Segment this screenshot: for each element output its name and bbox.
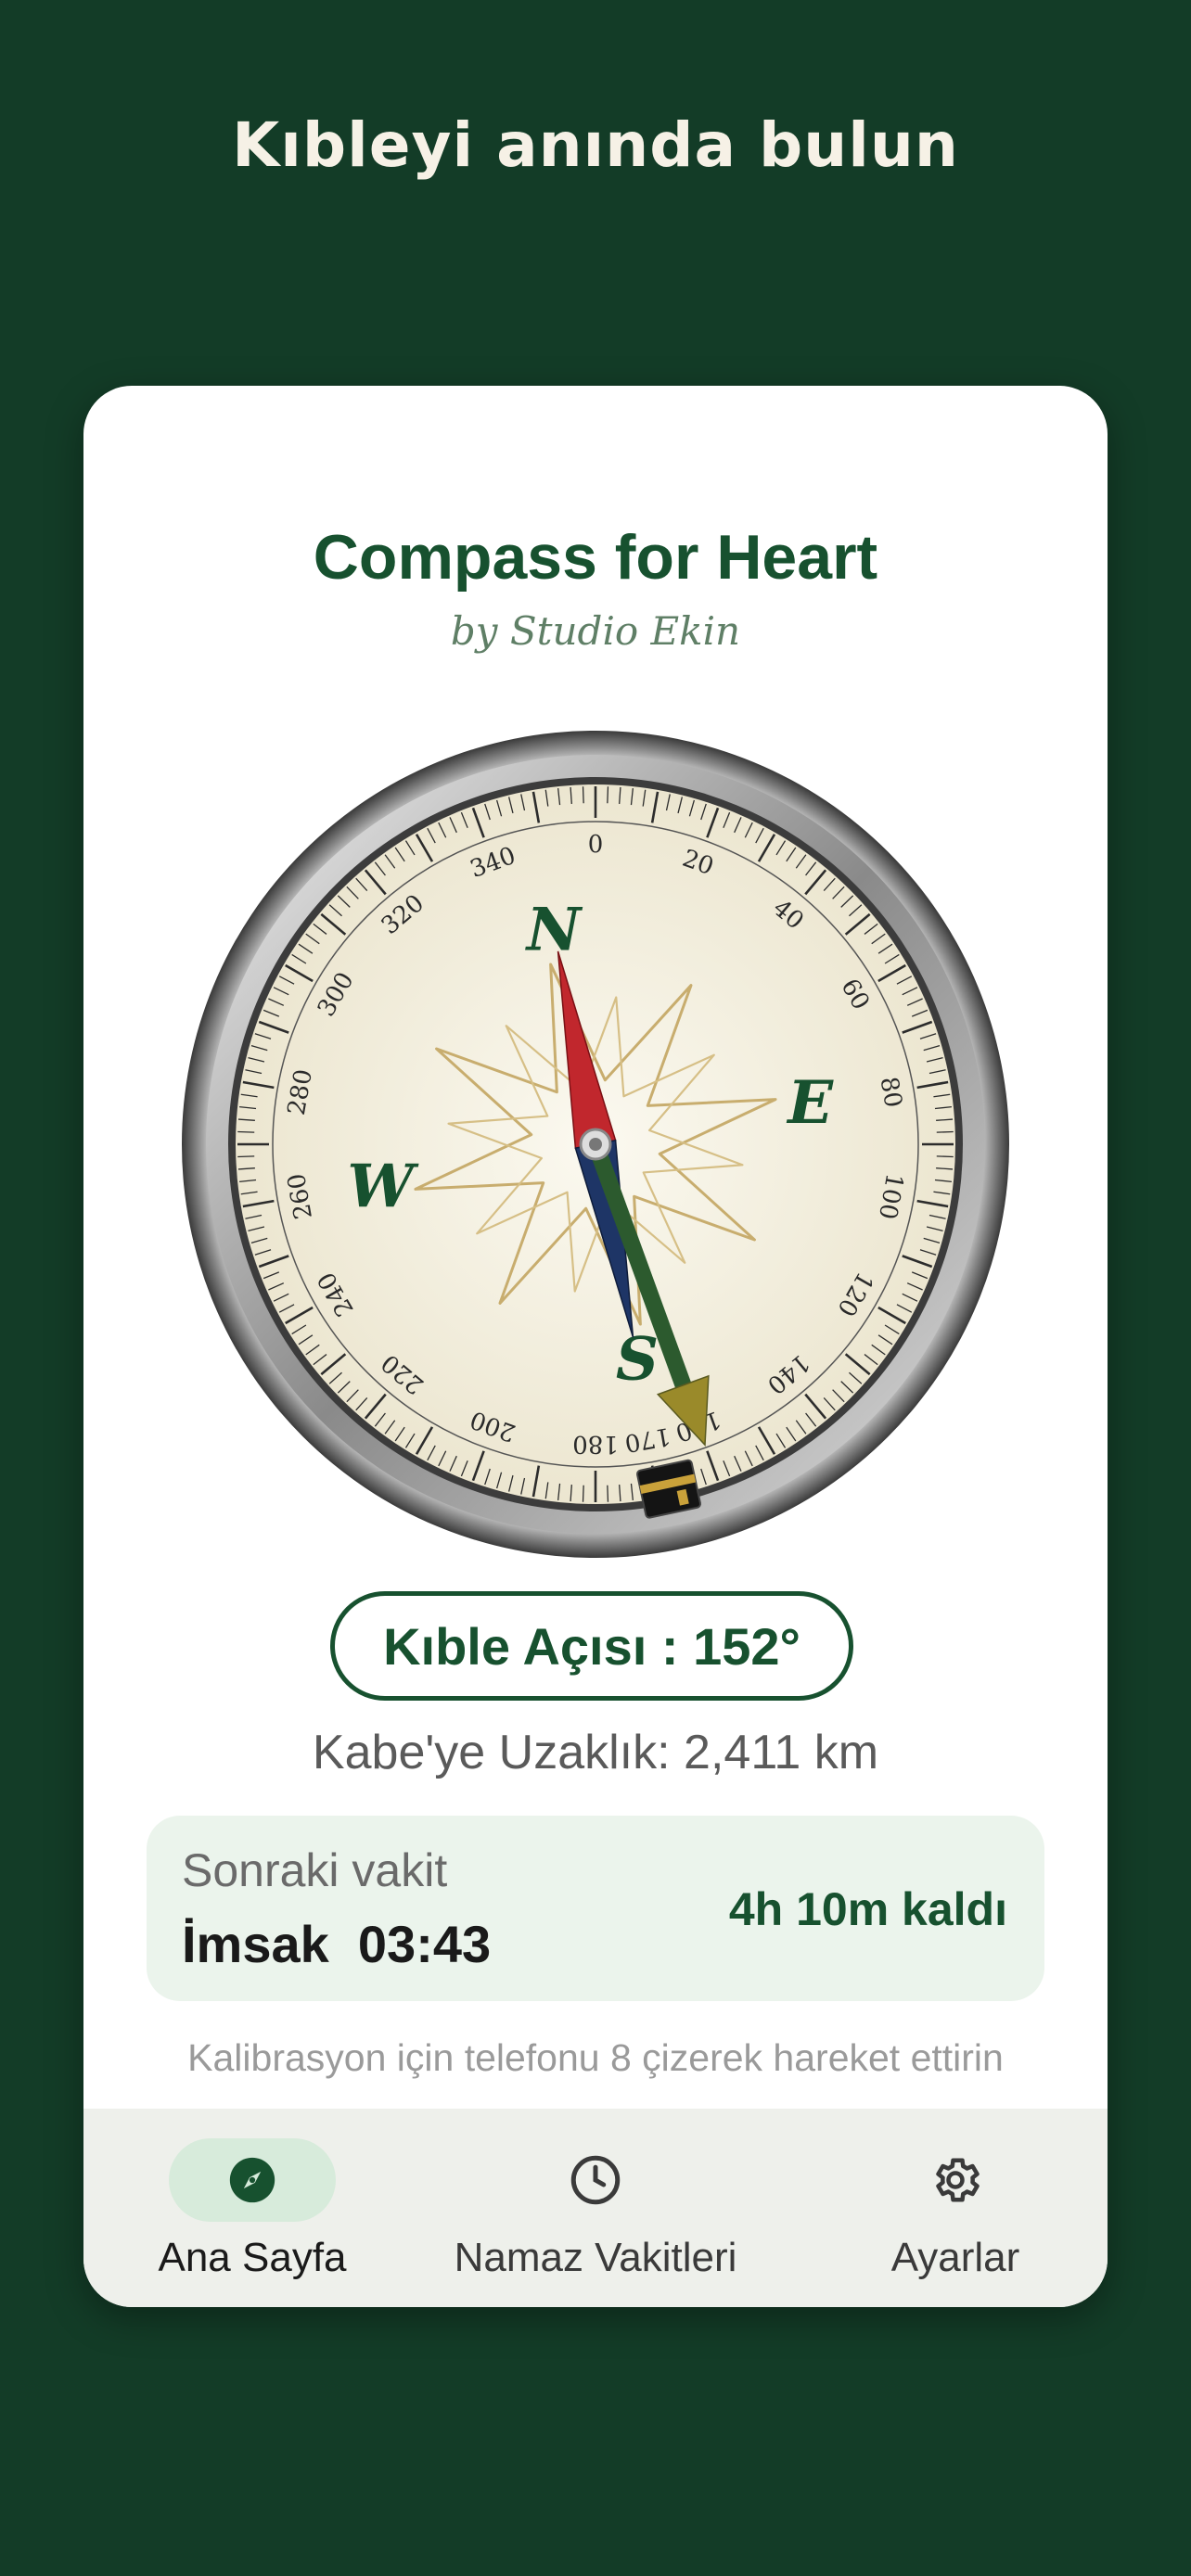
kaaba-icon [636, 1459, 702, 1519]
bottom-nav: Ana Sayfa Namaz Vakitleri Ayarlar [83, 2109, 1108, 2307]
cardinal-west: W [347, 1152, 419, 1221]
headline: Kıbleyi anında bulun [232, 109, 959, 181]
nav-item-home[interactable]: Ana Sayfa [124, 2109, 380, 2307]
compass-hub-center [589, 1138, 602, 1151]
next-prayer-remaining: 4h 10m kaldı [728, 1883, 1007, 1935]
phone-screen: Compass for Heart by Studio Ekin 0 20 40… [83, 386, 1108, 2307]
next-prayer-time: İmsak 03:43 [182, 1915, 492, 1973]
nav-settings-indicator [872, 2138, 1039, 2222]
tick-mark [582, 786, 584, 804]
compass-icon [229, 2157, 275, 2203]
tick-mark [936, 1130, 954, 1133]
cardinal-south: S [616, 1325, 659, 1395]
tick-mark [237, 1155, 255, 1158]
next-prayer-card: Sonraki vakit İmsak 03:43 4h 10m kaldı [147, 1816, 1044, 2001]
qibla-angle-badge: Kıble Açısı : 152° [330, 1591, 853, 1701]
nav-home-indicator [169, 2138, 336, 2222]
app-title: Compass for Heart [313, 522, 878, 593]
tick-mark [237, 1130, 255, 1133]
tick-mark [936, 1155, 954, 1158]
tick-label: 80 [874, 1075, 906, 1110]
calibration-hint: Kalibrasyon için telefonu 8 çizerek hare… [187, 2036, 1004, 2079]
kaaba-distance: Kabe'ye Uzaklık: 2,411 km [312, 1726, 879, 1779]
nav-label-settings: Ayarlar [890, 2235, 1020, 2280]
compass-svg: 0204060801001201401601701802002202402602… [182, 731, 1009, 1558]
gear-icon [936, 2158, 980, 2202]
nav-label-home: Ana Sayfa [158, 2235, 347, 2280]
clock-icon [570, 2155, 621, 2205]
tick-mark [582, 1485, 584, 1502]
tick-label: 0 [588, 831, 604, 859]
cardinal-north: N [525, 895, 583, 964]
nav-item-prayer-times[interactable]: Namaz Vakitleri [436, 2109, 755, 2307]
app-subtitle: by Studio Ekin [450, 608, 741, 654]
nav-label-prayer-times: Namaz Vakitleri [454, 2235, 737, 2280]
cardinal-east: E [786, 1068, 834, 1138]
next-prayer-label: Sonraki vakit [182, 1844, 448, 1896]
nav-prayer-indicator [512, 2138, 679, 2222]
nav-item-settings[interactable]: Ayarlar [844, 2109, 1067, 2307]
tick-label: 180 [572, 1430, 619, 1458]
compass[interactable]: 0204060801001201401601701802002202402602… [178, 727, 1013, 1562]
